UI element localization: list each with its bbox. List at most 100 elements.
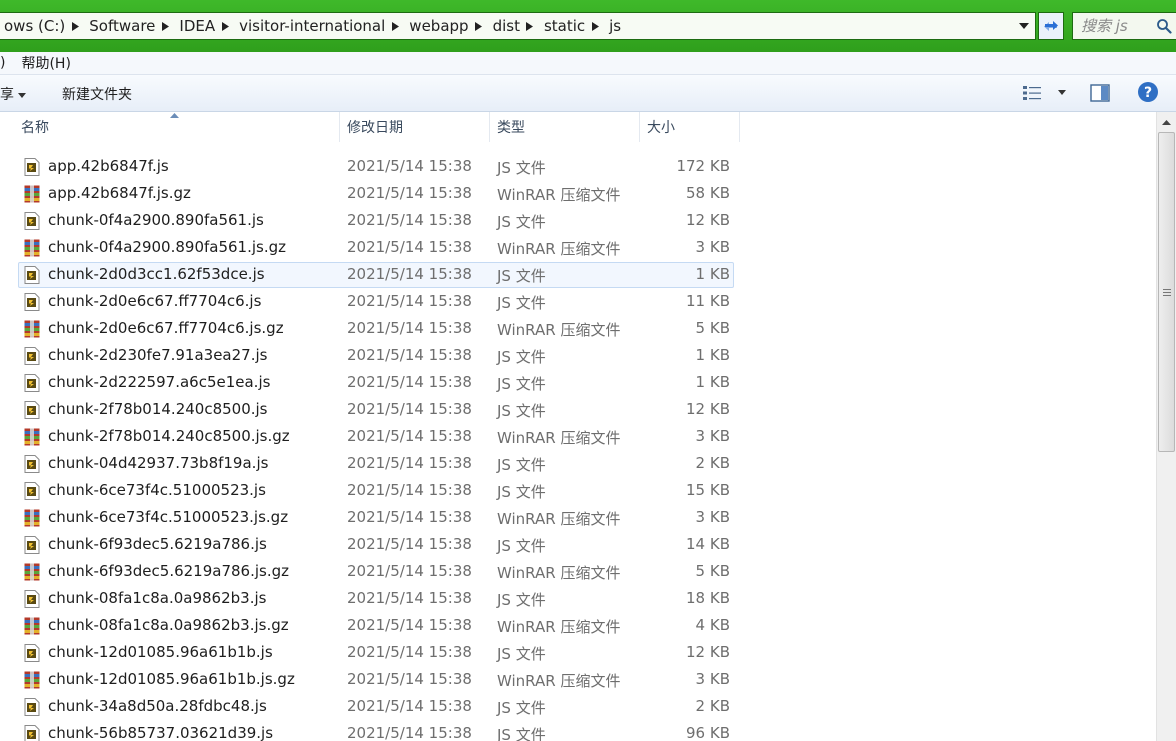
file-name[interactable]: chunk-2d230fe7.91a3ea27.js xyxy=(48,346,267,364)
menu-item-help[interactable]: 帮助(H) xyxy=(15,53,80,73)
file-name[interactable]: chunk-56b85737.03621d39.js xyxy=(48,724,273,741)
js-file-icon[interactable] xyxy=(24,347,40,365)
file-row[interactable]: chunk-6ce73f4c.51000523.js 2021/5/14 15:3… xyxy=(0,478,740,505)
js-file-icon[interactable] xyxy=(24,293,40,311)
chevron-right-icon[interactable] xyxy=(469,21,489,31)
column-header-name[interactable]: 名称 xyxy=(14,112,340,142)
breadcrumb-drive[interactable]: ows (C:) xyxy=(0,17,65,35)
refresh-button[interactable] xyxy=(1038,12,1064,40)
chevron-right-icon[interactable] xyxy=(585,21,605,31)
preview-pane-icon[interactable] xyxy=(1090,84,1110,102)
breadcrumb-js[interactable]: js xyxy=(605,17,621,35)
winrar-archive-icon[interactable] xyxy=(24,509,40,527)
chevron-down-icon[interactable] xyxy=(1019,22,1029,30)
file-name[interactable]: chunk-2d0e6c67.ff7704c6.js.gz xyxy=(48,319,284,337)
chevron-right-icon[interactable] xyxy=(520,21,540,31)
chevron-right-icon[interactable] xyxy=(155,21,175,31)
breadcrumb-static[interactable]: static xyxy=(540,17,585,35)
js-file-icon[interactable] xyxy=(24,212,40,230)
file-row[interactable]: chunk-2f78b014.240c8500.js 2021/5/14 15:3… xyxy=(0,397,740,424)
file-row[interactable]: chunk-2d222597.a6c5e1ea.js 2021/5/14 15:3… xyxy=(0,370,740,397)
file-name[interactable]: chunk-6ce73f4c.51000523.js.gz xyxy=(48,508,288,526)
file-row[interactable]: chunk-34a8d50a.28fdbc48.js 2021/5/14 15:3… xyxy=(0,694,740,721)
file-row[interactable]: chunk-12d01085.96a61b1b.js.gz 2021/5/14 1… xyxy=(0,667,740,694)
file-row[interactable]: chunk-2d0e6c67.ff7704c6.js.gz 2021/5/14 1… xyxy=(0,316,740,343)
file-row[interactable]: chunk-2d0d3cc1.62f53dce.js 2021/5/14 15:3… xyxy=(0,262,740,289)
winrar-archive-icon[interactable] xyxy=(24,239,40,257)
js-file-icon[interactable] xyxy=(24,158,40,176)
file-row[interactable]: chunk-12d01085.96a61b1b.js 2021/5/14 15:3… xyxy=(0,640,740,667)
js-file-icon[interactable] xyxy=(24,536,40,554)
js-file-icon[interactable] xyxy=(24,644,40,662)
menu-item-tools[interactable]: ) xyxy=(0,55,15,71)
file-name[interactable]: chunk-2d0d3cc1.62f53dce.js xyxy=(48,265,265,283)
js-file-icon[interactable] xyxy=(24,374,40,392)
js-file-icon[interactable] xyxy=(24,455,40,473)
file-name[interactable]: chunk-08fa1c8a.0a9862b3.js xyxy=(48,589,266,607)
file-name[interactable]: chunk-6ce73f4c.51000523.js xyxy=(48,481,266,499)
chevron-down-icon[interactable] xyxy=(1058,90,1066,95)
breadcrumb-visitor-international[interactable]: visitor-international xyxy=(235,17,385,35)
file-row[interactable]: chunk-2d0e6c67.ff7704c6.js 2021/5/14 15:3… xyxy=(0,289,740,316)
js-file-icon[interactable] xyxy=(24,482,40,500)
scrollbar-thumb[interactable] xyxy=(1158,132,1175,452)
file-row[interactable]: chunk-2d230fe7.91a3ea27.js 2021/5/14 15:3… xyxy=(0,343,740,370)
file-name[interactable]: chunk-12d01085.96a61b1b.js.gz xyxy=(48,670,295,688)
file-name[interactable]: app.42b6847f.js xyxy=(48,157,169,175)
chevron-right-icon[interactable] xyxy=(215,21,235,31)
file-row[interactable]: chunk-08fa1c8a.0a9862b3.js 2021/5/14 15:3… xyxy=(0,586,740,613)
file-name[interactable]: chunk-2d0e6c67.ff7704c6.js xyxy=(48,292,261,310)
scroll-up-button[interactable] xyxy=(1157,112,1176,132)
file-name[interactable]: chunk-08fa1c8a.0a9862b3.js.gz xyxy=(48,616,289,634)
column-header-size[interactable]: 大小 xyxy=(640,112,740,142)
help-icon[interactable]: ? xyxy=(1137,81,1159,103)
breadcrumb-webapp[interactable]: webapp xyxy=(405,17,468,35)
breadcrumb-dist[interactable]: dist xyxy=(489,17,520,35)
file-name[interactable]: chunk-12d01085.96a61b1b.js xyxy=(48,643,273,661)
file-name[interactable]: chunk-2f78b014.240c8500.js.gz xyxy=(48,427,290,445)
column-header-type[interactable]: 类型 xyxy=(490,112,640,142)
file-row[interactable]: chunk-08fa1c8a.0a9862b3.js.gz 2021/5/14 1… xyxy=(0,613,740,640)
file-name[interactable]: chunk-2d222597.a6c5e1ea.js xyxy=(48,373,270,391)
file-name[interactable]: chunk-6f93dec5.6219a786.js.gz xyxy=(48,562,289,580)
breadcrumb-idea[interactable]: IDEA xyxy=(175,17,215,35)
winrar-archive-icon[interactable] xyxy=(24,563,40,581)
file-name[interactable]: chunk-0f4a2900.890fa561.js xyxy=(48,211,264,229)
js-file-icon[interactable] xyxy=(24,401,40,419)
file-row[interactable]: chunk-6f93dec5.6219a786.js.gz 2021/5/14 1… xyxy=(0,559,740,586)
file-row[interactable]: chunk-04d42937.73b8f19a.js 2021/5/14 15:3… xyxy=(0,451,740,478)
vertical-scrollbar[interactable] xyxy=(1156,112,1176,741)
winrar-archive-icon[interactable] xyxy=(24,671,40,689)
file-row[interactable]: chunk-6ce73f4c.51000523.js.gz 2021/5/14 1… xyxy=(0,505,740,532)
address-bar[interactable]: ows (C:) Software IDEA visitor-internati… xyxy=(0,12,1036,40)
search-icon[interactable] xyxy=(1156,18,1172,34)
js-file-icon[interactable] xyxy=(24,725,40,741)
winrar-archive-icon[interactable] xyxy=(24,428,40,446)
js-file-icon[interactable] xyxy=(24,698,40,716)
file-row[interactable]: chunk-6f93dec5.6219a786.js 2021/5/14 15:3… xyxy=(0,532,740,559)
view-options-icon[interactable] xyxy=(1022,84,1042,102)
breadcrumb-software[interactable]: Software xyxy=(85,17,155,35)
chevron-right-icon[interactable] xyxy=(65,21,85,31)
file-row[interactable]: chunk-56b85737.03621d39.js 2021/5/14 15:3… xyxy=(0,721,740,741)
file-row[interactable]: app.42b6847f.js 2021/5/14 15:38 JS 文件 172 K… xyxy=(0,154,740,181)
file-name[interactable]: app.42b6847f.js.gz xyxy=(48,184,191,202)
file-row[interactable]: chunk-2f78b014.240c8500.js.gz 2021/5/14 1… xyxy=(0,424,740,451)
file-name[interactable]: chunk-0f4a2900.890fa561.js.gz xyxy=(48,238,286,256)
column-header-date[interactable]: 修改日期 xyxy=(340,112,490,142)
winrar-archive-icon[interactable] xyxy=(24,320,40,338)
file-name[interactable]: chunk-34a8d50a.28fdbc48.js xyxy=(48,697,267,715)
file-name[interactable]: chunk-6f93dec5.6219a786.js xyxy=(48,535,267,553)
js-file-icon[interactable] xyxy=(24,590,40,608)
new-folder-button[interactable]: 新建文件夹 xyxy=(62,84,132,104)
chevron-right-icon[interactable] xyxy=(385,21,405,31)
search-input[interactable] xyxy=(1081,16,1151,36)
js-file-icon[interactable] xyxy=(24,266,40,284)
file-name[interactable]: chunk-2f78b014.240c8500.js xyxy=(48,400,268,418)
search-box[interactable] xyxy=(1072,12,1176,40)
file-name[interactable]: chunk-04d42937.73b8f19a.js xyxy=(48,454,268,472)
file-row[interactable]: app.42b6847f.js.gz 2021/5/14 15:38 WinRAR … xyxy=(0,181,740,208)
file-row[interactable]: chunk-0f4a2900.890fa561.js.gz 2021/5/14 1… xyxy=(0,235,740,262)
file-row[interactable]: chunk-0f4a2900.890fa561.js 2021/5/14 15:3… xyxy=(0,208,740,235)
share-button[interactable]: 享 xyxy=(0,84,26,104)
